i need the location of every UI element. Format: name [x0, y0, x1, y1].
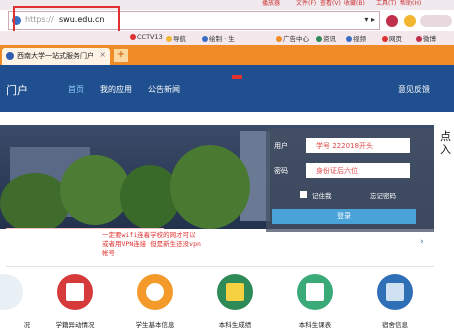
menu-item[interactable]: 文件(F) [296, 0, 316, 8]
forgot-password-link[interactable]: 忘记密码 [370, 190, 396, 200]
tree-shape [0, 173, 70, 229]
note-line: 一定要wifi连着学校的网才可以 [102, 231, 196, 239]
side-text-line: 点 [440, 130, 451, 143]
new-tab-button[interactable]: + [114, 49, 128, 62]
bookmark-item[interactable]: 网页 [382, 33, 402, 43]
bookmark-icon [276, 36, 282, 42]
bookmark-item[interactable]: 视频 [346, 33, 366, 43]
menu-item[interactable]: 收藏(B) [344, 0, 365, 8]
username-input[interactable]: 学号 222018开头 [306, 138, 410, 153]
app-label: 学生基本信息 [135, 321, 175, 329]
app-label: 宿舍信息 [382, 321, 408, 329]
divider [6, 228, 164, 229]
bookmarks-bar: CCTV13 导航 绘制 · 生 广告中心 资讯 视频 网页 微博 [0, 31, 454, 45]
tab-title: 西南大学一站式服务门户 [17, 52, 94, 60]
bookmark-label: 广告中心 [283, 35, 309, 43]
side-text: 点 入 [440, 130, 451, 156]
bookmark-icon [346, 36, 352, 42]
dropdown-icon[interactable]: ▾ [364, 15, 368, 24]
bookmark-label: 绘制 · 生 [209, 35, 235, 43]
bookmark-icon [316, 36, 322, 42]
student-info-icon [137, 274, 173, 310]
nav-feedback[interactable]: 意见反馈 [398, 84, 430, 95]
star-icon [166, 36, 172, 42]
close-tab-icon[interactable]: × [99, 50, 106, 59]
site-navbar: 门户 首页 我的应用 公告新闻 意见反馈 [0, 65, 454, 112]
bookmark-item[interactable]: 资讯 [316, 33, 336, 43]
shield-icon [386, 15, 398, 27]
bookmark-icon [130, 34, 136, 40]
tree-shape [170, 145, 250, 229]
site-favicon-icon [6, 52, 14, 60]
app-tile[interactable]: 况 [0, 274, 40, 329]
app-label: 本科生成绩 [218, 321, 252, 329]
bookmark-label: 视频 [353, 35, 366, 43]
building-glyph [386, 283, 404, 301]
app-tile[interactable]: 学生基本信息 [120, 274, 190, 329]
red-marker [232, 75, 242, 79]
remember-label: 记住我 [312, 192, 332, 200]
bookmark-label: 导航 [173, 35, 186, 43]
bookmark-icon [202, 36, 208, 42]
bookmark-icon [416, 36, 422, 42]
go-icon[interactable]: ▸ [371, 15, 375, 24]
app-label: 学籍异动情况 [55, 321, 95, 329]
tab-bar: 西南大学一站式服务门户 × + [0, 45, 454, 65]
menu-item[interactable]: 帮助(H) [400, 0, 421, 8]
app-tile[interactable]: 本科生成绩 [200, 274, 270, 329]
remember-checkbox[interactable] [300, 191, 307, 198]
browser-toolbar-right [384, 12, 454, 30]
menu-item[interactable]: 工具(T) [376, 0, 396, 8]
app-tile[interactable]: 学籍异动情况 [40, 274, 110, 329]
bookmark-item[interactable]: CCTV13 [130, 33, 163, 41]
password-input[interactable]: 身份证后六位 [306, 163, 410, 178]
login-panel: 用户 学号 222018开头 密码 身份证后六位 记住我 忘记密码 登录 [266, 128, 434, 232]
app-label: 况 [23, 321, 31, 329]
search-box [420, 15, 452, 27]
app-icon [0, 274, 23, 310]
chevron-right-icon[interactable]: › [420, 237, 424, 247]
bookmark-item[interactable]: 导航 [166, 33, 186, 43]
tab-active[interactable]: 西南大学一站式服务门户 × [2, 48, 110, 65]
bookmark-label: 微博 [423, 35, 436, 43]
nav-home[interactable]: 首页 [68, 84, 84, 95]
menu-item[interactable]: 播放器 [262, 0, 280, 8]
annotation-note: 一定要wifi连着学校的网才可以 或者用VPN连接 但是新生还没vpn 帐号 [102, 231, 262, 258]
app-tile[interactable]: 本科生课表 [280, 274, 350, 329]
report-glyph [226, 283, 244, 301]
divider [6, 266, 434, 267]
nav-my-apps[interactable]: 我的应用 [100, 84, 132, 95]
bookmark-label: 资讯 [323, 35, 336, 43]
address-buttons: ▾ ▸ [364, 15, 375, 24]
people-glyph [146, 283, 164, 301]
tree-shape [60, 155, 130, 225]
timetable-icon [297, 274, 333, 310]
calendar-glyph [306, 283, 324, 301]
student-status-icon [57, 274, 93, 310]
bookmark-item[interactable]: 微博 [416, 33, 436, 43]
bookmark-icon [382, 36, 388, 42]
login-button[interactable]: 登录 [272, 209, 416, 224]
document-glyph [66, 283, 84, 301]
menu-item[interactable]: 查看(V) [320, 0, 341, 8]
bookmark-label: CCTV13 [137, 33, 163, 41]
note-line: 帐号 [102, 249, 115, 257]
bookmark-item[interactable]: 广告中心 [276, 33, 309, 43]
note-line: 或者用VPN连接 但是新生还没vpn [102, 240, 201, 248]
toolbar-icons [386, 15, 452, 27]
password-label: 密码 [274, 167, 288, 175]
user-label: 用户 [274, 142, 288, 150]
bookmark-item[interactable]: 绘制 · 生 [202, 33, 235, 43]
app-tile[interactable]: 宿舍信息 [360, 274, 430, 329]
portal-title: 门户 [6, 84, 28, 97]
nav-news[interactable]: 公告新闻 [148, 84, 180, 95]
dormitory-icon [377, 274, 413, 310]
grades-icon [217, 274, 253, 310]
browser-window: 播放器 文件(F) 查看(V) 收藏(B) 工具(T) 帮助(H) https:… [0, 0, 454, 331]
account-icon [404, 15, 416, 27]
bookmark-label: 网页 [389, 35, 402, 43]
side-text-line: 入 [440, 143, 451, 156]
app-label: 本科生课表 [298, 321, 332, 329]
